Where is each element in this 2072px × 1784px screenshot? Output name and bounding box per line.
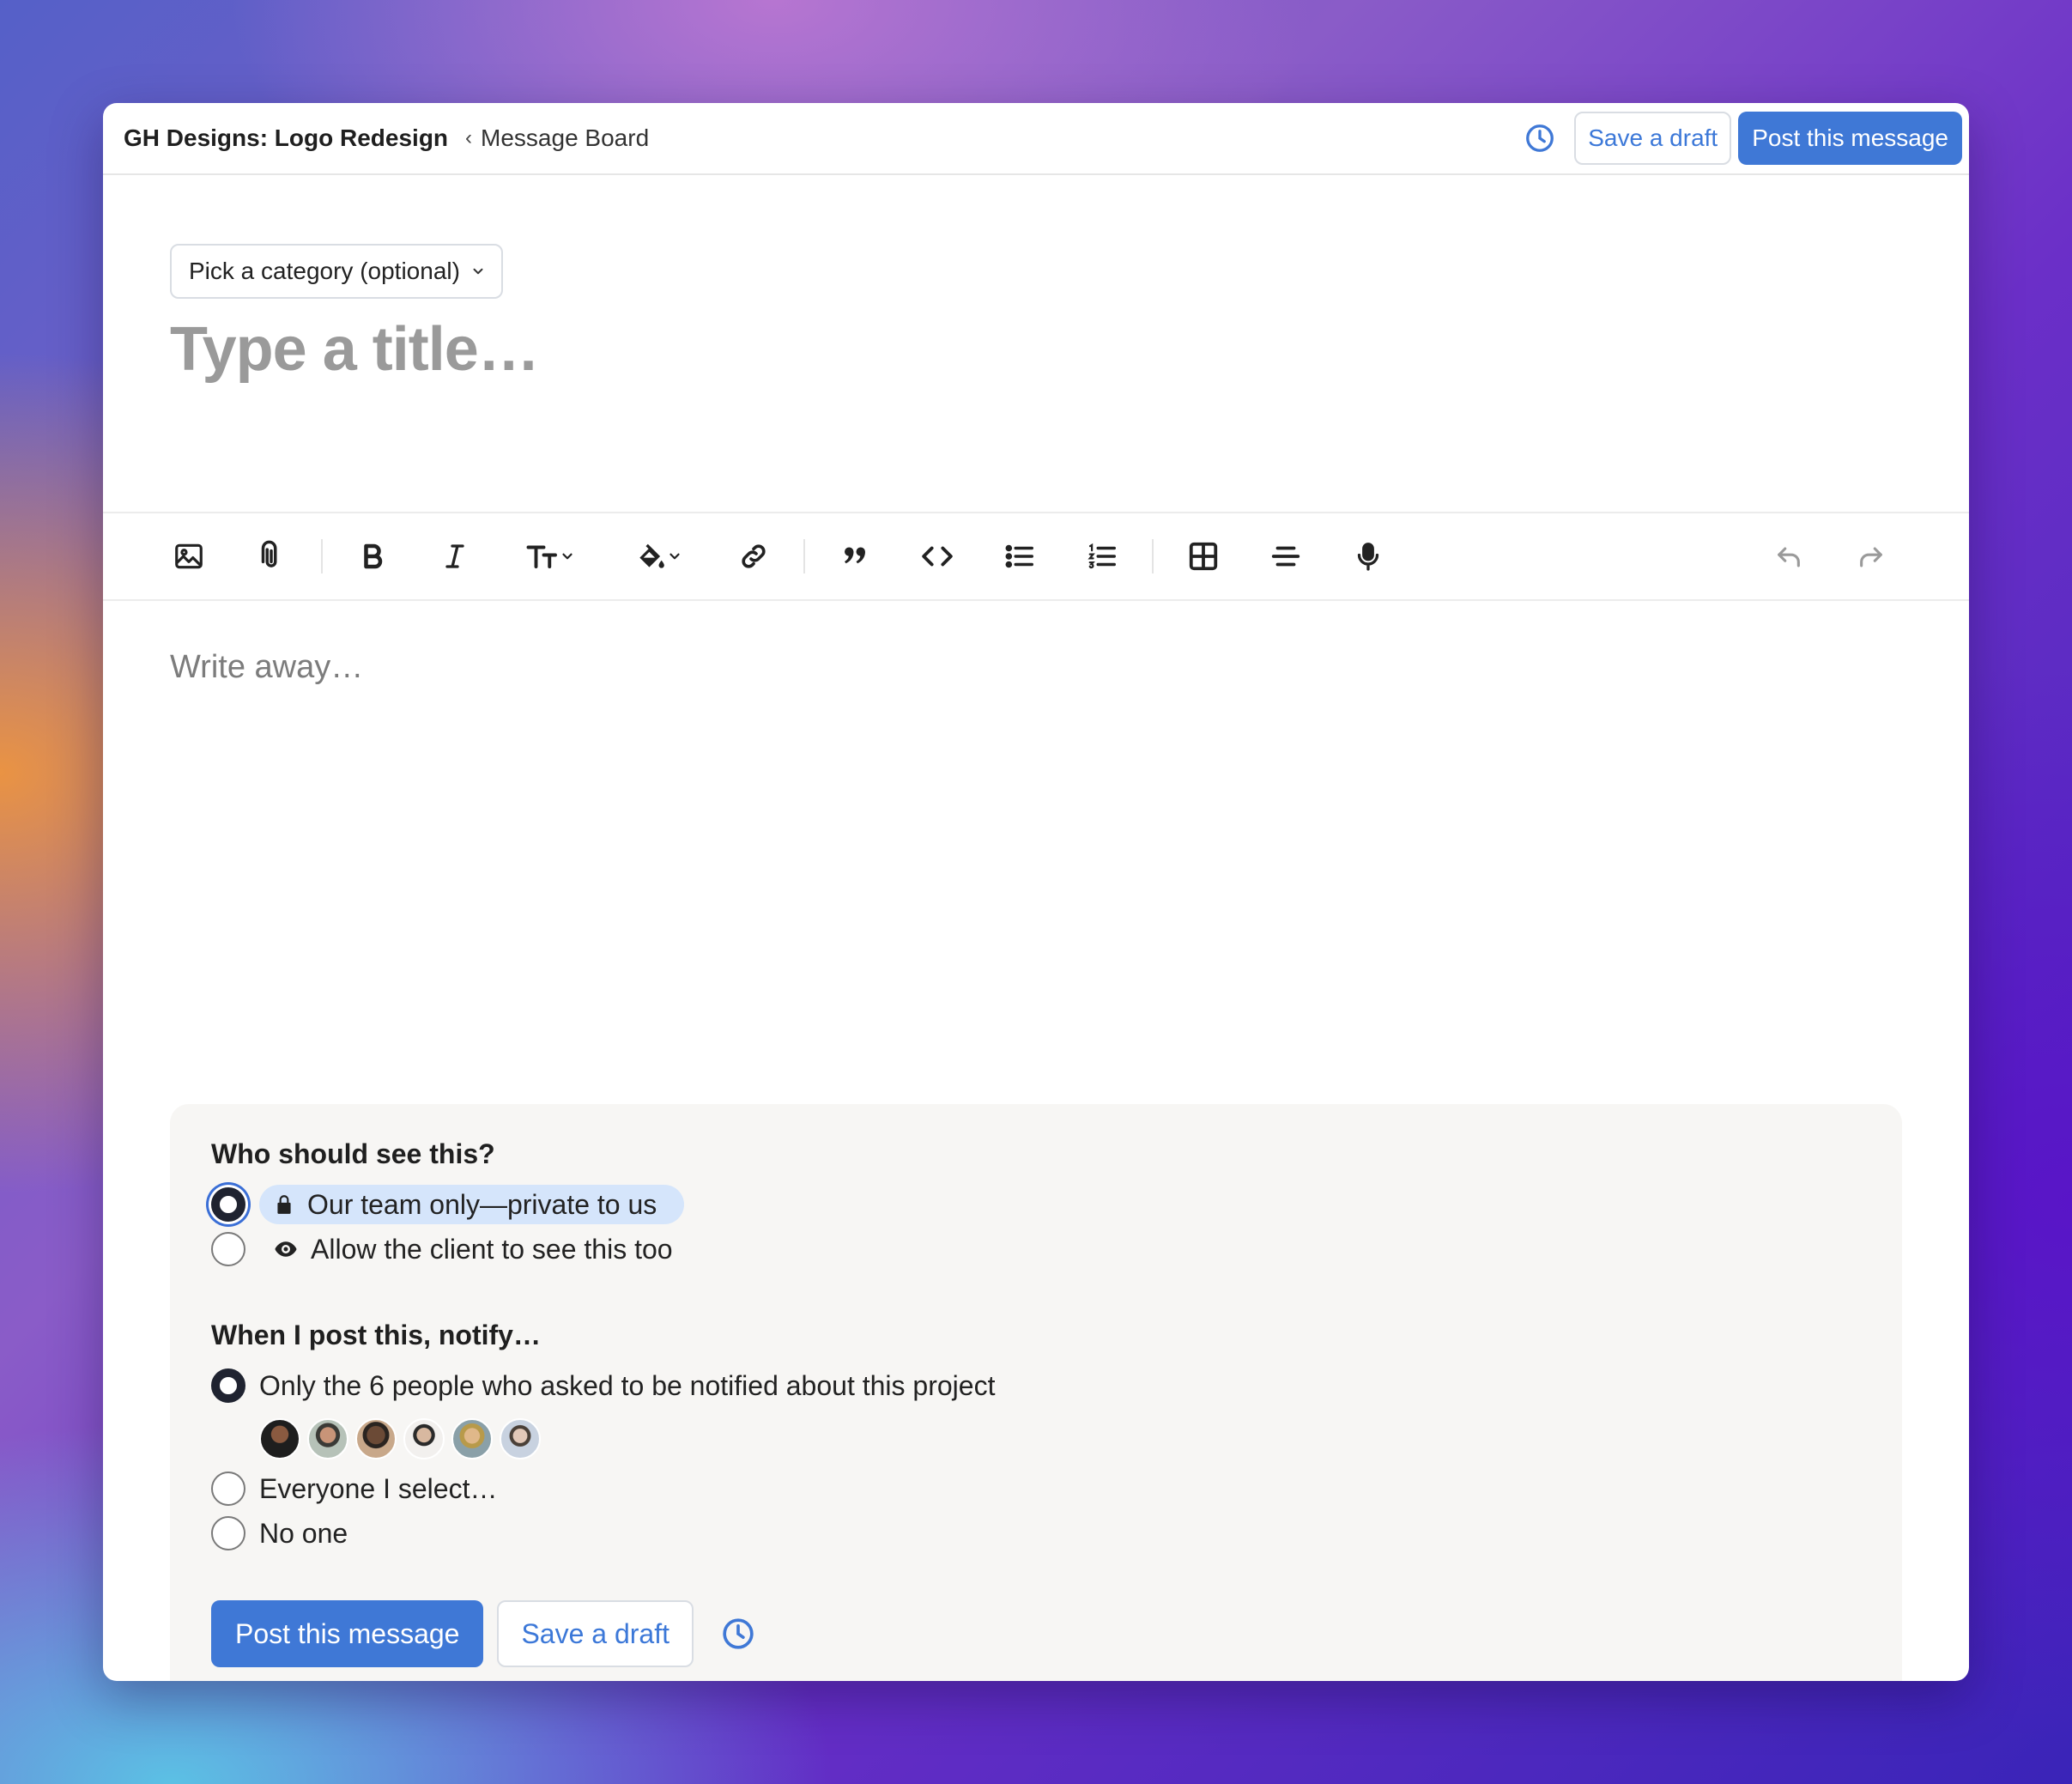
voice-dictation-button[interactable] bbox=[1344, 532, 1392, 580]
link-icon bbox=[742, 544, 766, 568]
post-message-button[interactable]: Post this message bbox=[211, 1600, 484, 1667]
undo-button[interactable] bbox=[1765, 533, 1813, 581]
paint-bucket-icon bbox=[639, 543, 664, 568]
bullet-list-button[interactable] bbox=[996, 532, 1044, 580]
avatar[interactable] bbox=[451, 1418, 493, 1459]
history-controls bbox=[1730, 533, 1895, 581]
numbered-list-button[interactable] bbox=[1078, 532, 1126, 580]
quote-icon bbox=[845, 547, 865, 564]
insert-image-button[interactable] bbox=[165, 532, 213, 580]
chevron-down-icon bbox=[562, 553, 573, 560]
notify-option-none[interactable]: No one bbox=[211, 1511, 1861, 1556]
horizontal-rule-icon bbox=[1271, 546, 1300, 567]
bullet-list-icon bbox=[1005, 544, 1033, 568]
save-draft-button[interactable]: Save a draft bbox=[1574, 112, 1732, 165]
subscriber-avatars bbox=[259, 1418, 1861, 1459]
italic-icon bbox=[445, 544, 464, 568]
breadcrumb-message-board[interactable]: Message Board bbox=[481, 124, 649, 152]
formatting-toolbar bbox=[103, 513, 1969, 601]
project-title-link[interactable]: GH Designs: Logo Redesign bbox=[124, 124, 448, 152]
radio-button[interactable] bbox=[211, 1516, 245, 1550]
toolbar-divider bbox=[1152, 539, 1154, 573]
table-icon bbox=[1189, 542, 1218, 571]
visibility-option-team-only[interactable]: Our team only—private to us bbox=[211, 1182, 1861, 1227]
image-icon bbox=[175, 543, 203, 569]
chevron-down-icon bbox=[473, 268, 483, 275]
avatar[interactable] bbox=[403, 1418, 445, 1459]
breadcrumb-separator: ‹ bbox=[465, 126, 473, 149]
composer-window: GH Designs: Logo Redesign ‹ Message Boar… bbox=[103, 103, 1969, 1681]
text-size-button[interactable] bbox=[513, 532, 587, 580]
visibility-heading: Who should see this? bbox=[211, 1138, 495, 1169]
numbered-list-icon bbox=[1087, 543, 1116, 569]
microphone-icon bbox=[1357, 543, 1379, 571]
avatar[interactable] bbox=[259, 1418, 300, 1459]
post-options-panel: Who should see this? Our team only—priva… bbox=[170, 1104, 1902, 1681]
avatar[interactable] bbox=[500, 1418, 541, 1459]
visibility-option-label: Our team only—private to us bbox=[307, 1188, 657, 1220]
footer-actions: Post this message Save a draft bbox=[211, 1600, 1861, 1667]
horizontal-rule-button[interactable] bbox=[1262, 532, 1310, 580]
chevron-down-icon bbox=[669, 553, 680, 560]
redo-button[interactable] bbox=[1847, 533, 1895, 581]
link-button[interactable] bbox=[730, 532, 778, 580]
notify-heading: When I post this, notify… bbox=[211, 1320, 541, 1350]
highlight-color-button[interactable] bbox=[621, 532, 695, 580]
notify-option-label: Everyone I select… bbox=[259, 1472, 498, 1504]
paperclip-icon bbox=[261, 540, 277, 567]
lock-icon bbox=[277, 1195, 291, 1214]
avatar[interactable] bbox=[355, 1418, 397, 1459]
message-body-editor[interactable]: Write away… bbox=[103, 601, 1969, 1176]
undo-icon bbox=[1778, 547, 1800, 567]
notify-option-subscribers[interactable]: Only the 6 people who asked to be notifi… bbox=[211, 1363, 1861, 1408]
avatar[interactable] bbox=[307, 1418, 348, 1459]
italic-button[interactable] bbox=[431, 532, 479, 580]
notify-option-label: No one bbox=[259, 1517, 348, 1549]
team-only-pill: Our team only—private to us bbox=[259, 1185, 685, 1224]
notify-option-label: Only the 6 people who asked to be notifi… bbox=[259, 1369, 996, 1401]
visibility-option-label: Allow the client to see this too bbox=[311, 1233, 673, 1265]
toolbar-divider bbox=[803, 539, 805, 573]
toolbar-divider bbox=[321, 539, 323, 573]
schedule-button[interactable] bbox=[719, 1615, 757, 1653]
save-draft-button[interactable]: Save a draft bbox=[497, 1600, 694, 1667]
code-icon bbox=[922, 546, 953, 567]
radio-button[interactable] bbox=[211, 1368, 245, 1403]
bold-icon bbox=[364, 543, 383, 569]
message-header: Pick a category (optional) Type a title… bbox=[103, 175, 1969, 513]
category-select[interactable]: Pick a category (optional) bbox=[170, 244, 503, 299]
clock-icon bbox=[723, 1618, 754, 1649]
bold-button[interactable] bbox=[348, 532, 397, 580]
attach-file-button[interactable] bbox=[247, 532, 295, 580]
quote-button[interactable] bbox=[831, 532, 879, 580]
table-button[interactable] bbox=[1179, 532, 1227, 580]
notify-option-select[interactable]: Everyone I select… bbox=[211, 1466, 1861, 1511]
radio-button[interactable] bbox=[211, 1471, 245, 1506]
category-label: Pick a category (optional) bbox=[189, 258, 460, 284]
visibility-option-client[interactable]: Allow the client to see this too bbox=[211, 1227, 1861, 1271]
redo-icon bbox=[1860, 547, 1882, 567]
post-message-button[interactable]: Post this message bbox=[1738, 112, 1962, 165]
schedule-button[interactable] bbox=[1521, 119, 1559, 157]
title-input[interactable]: Type a title… bbox=[170, 311, 1902, 388]
radio-button[interactable] bbox=[211, 1232, 245, 1266]
eye-icon bbox=[275, 1241, 297, 1257]
client-visible-option: Allow the client to see this too bbox=[259, 1234, 673, 1265]
top-bar: GH Designs: Logo Redesign ‹ Message Boar… bbox=[103, 103, 1969, 175]
clock-icon bbox=[1526, 124, 1554, 152]
text-size-icon bbox=[526, 545, 557, 568]
radio-button[interactable] bbox=[211, 1187, 245, 1222]
code-button[interactable] bbox=[913, 532, 961, 580]
